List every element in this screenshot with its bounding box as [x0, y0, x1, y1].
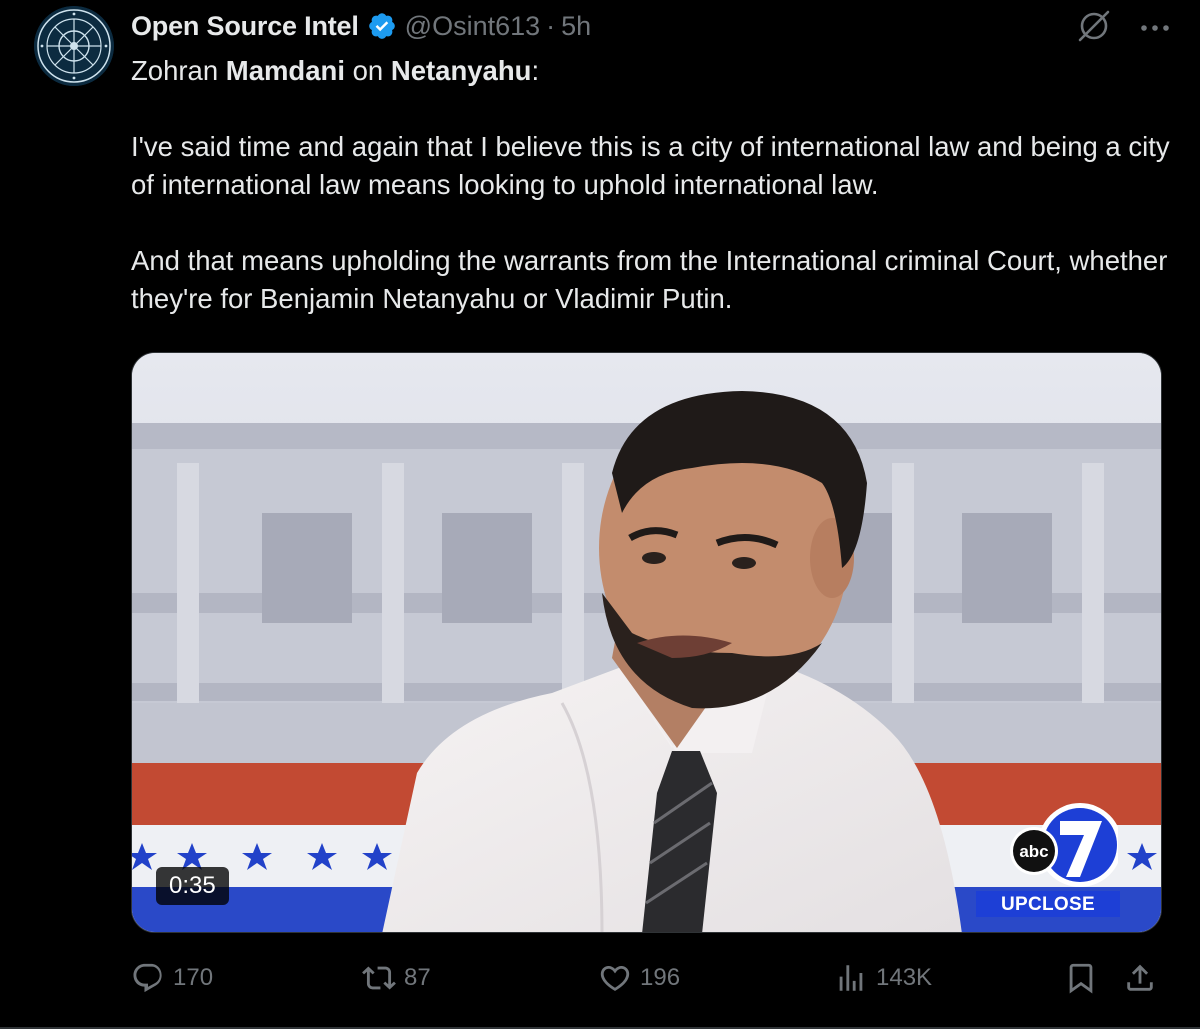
post-time[interactable]: 5h [561, 11, 591, 42]
views-chart-icon [839, 965, 863, 991]
text-highlight-netanyahu: Netanyahu [390, 55, 532, 86]
bookmark-button[interactable] [1064, 956, 1098, 1000]
abc-logo-text: abc [1019, 842, 1048, 861]
verified-badge-icon[interactable] [367, 11, 397, 41]
tweet: Open Source Intel @Osint613 · 5h Zohran … [0, 0, 1200, 1029]
views-count: 143K [876, 964, 933, 991]
grok-icon[interactable] [1076, 8, 1112, 49]
like-count: 196 [640, 964, 681, 991]
reply-count: 170 [173, 964, 214, 991]
tweet-text-line1: Zohran Mamdani on Netanyahu: [131, 52, 1171, 90]
tweet-text: Zohran Mamdani on Netanyahu: I've said t… [131, 52, 1171, 318]
reply-icon [133, 963, 162, 993]
text-segment: on [344, 55, 391, 86]
reply-button[interactable]: 170 [131, 956, 213, 1000]
bookmark-icon [1069, 963, 1093, 994]
more-options-icon[interactable] [1140, 20, 1170, 38]
author-handle[interactable]: @Osint613 [405, 11, 540, 42]
retweet-icon [362, 966, 396, 990]
video-duration: 0:35 [156, 867, 229, 905]
share-icon [1127, 964, 1153, 991]
avatar[interactable] [34, 6, 114, 86]
osint-seal-avatar-icon [34, 6, 114, 86]
abc7-logo: abc [1008, 799, 1122, 891]
top-right-actions [1076, 8, 1170, 49]
separator-dot: · [546, 10, 556, 41]
action-bar: 170 87 196 143K [131, 956, 1171, 1000]
tweet-text-paragraph: I've said time and again that I believe … [131, 131, 1170, 200]
retweet-count: 87 [404, 964, 431, 991]
views-button[interactable]: 143K [834, 956, 932, 1000]
show-name-banner: UPCLOSE [976, 891, 1120, 917]
author-display-name[interactable]: Open Source Intel [131, 11, 359, 42]
tweet-text-paragraph: And that means upholding the warrants fr… [131, 245, 1168, 314]
tweet-header: Open Source Intel @Osint613 · 5h [131, 6, 591, 46]
video-player[interactable]: 0:35 abc UPCLOSE [131, 352, 1162, 933]
text-segment: : [531, 55, 540, 86]
like-button[interactable]: 196 [598, 956, 680, 1000]
text-segment: Zohran [131, 55, 226, 86]
retweet-button[interactable]: 87 [362, 956, 431, 1000]
heart-icon [600, 965, 630, 991]
share-button[interactable] [1123, 956, 1157, 1000]
text-highlight-mamdani: Mamdani [225, 55, 345, 86]
